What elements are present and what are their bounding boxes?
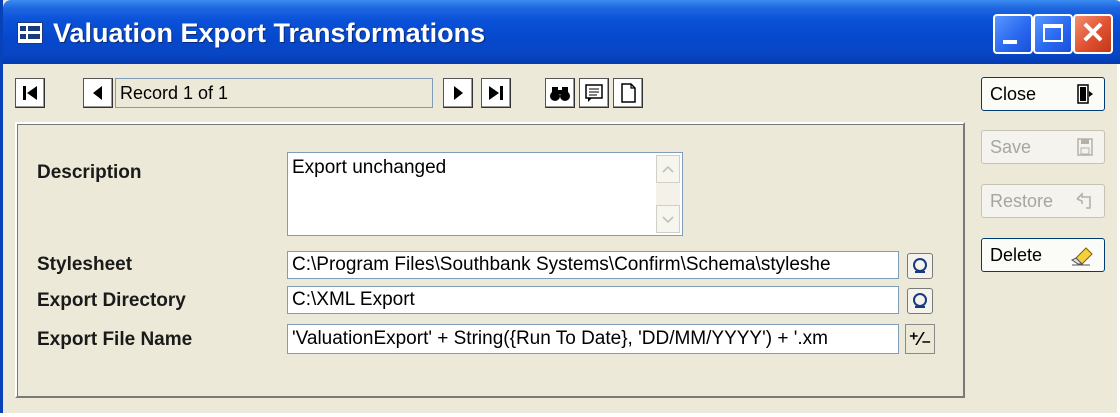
- app-window: Valuation Export Transformations ✕ Recor…: [0, 0, 1120, 413]
- restore-button[interactable]: Restore: [981, 184, 1105, 218]
- export-directory-lookup-button[interactable]: [907, 288, 933, 314]
- next-record-button[interactable]: [443, 78, 473, 108]
- exit-door-icon: [1077, 84, 1093, 104]
- export-directory-field[interactable]: C:\XML Export: [287, 286, 899, 314]
- chevron-up-icon: [662, 165, 674, 173]
- window-content: Record 1 of 1 Description Export unchang…: [3, 64, 1117, 413]
- delete-button-label: Delete: [990, 245, 1043, 265]
- description-label: Description: [37, 162, 142, 183]
- lookup-icon: [913, 258, 927, 273]
- maximize-button[interactable]: [1033, 14, 1073, 54]
- notes-button[interactable]: [579, 78, 609, 108]
- title-bar[interactable]: Valuation Export Transformations ✕: [3, 0, 1120, 64]
- save-button[interactable]: Save: [981, 130, 1105, 164]
- undo-arrow-icon: [1076, 192, 1091, 209]
- close-window-button[interactable]: ✕: [1073, 14, 1113, 54]
- last-record-icon: [489, 86, 503, 100]
- expression-builder-button[interactable]: ⁺⁄₋: [905, 324, 935, 354]
- description-value: Export unchanged: [292, 157, 447, 178]
- scroll-down-button[interactable]: [656, 205, 680, 233]
- form-icon: [17, 22, 43, 44]
- window-title: Valuation Export Transformations: [53, 18, 486, 48]
- close-button-label: Close: [990, 84, 1037, 104]
- maximize-icon: [1043, 24, 1063, 42]
- description-scrollbar[interactable]: [656, 155, 680, 233]
- minimize-icon: [1003, 40, 1017, 44]
- previous-record-icon: [93, 86, 102, 100]
- close-icon: ✕: [1080, 17, 1106, 50]
- restore-button-label: Restore: [990, 191, 1054, 211]
- binoculars-icon: [550, 87, 570, 101]
- eraser-icon: [1071, 247, 1093, 266]
- export-directory-label: Export Directory: [37, 290, 186, 311]
- new-document-icon: [621, 83, 636, 103]
- minimize-button[interactable]: [993, 14, 1033, 54]
- first-record-button[interactable]: [15, 78, 45, 108]
- next-record-icon: [454, 86, 463, 100]
- stylesheet-lookup-button[interactable]: [907, 253, 933, 279]
- stylesheet-label: Stylesheet: [37, 254, 133, 275]
- delete-button[interactable]: Delete: [981, 238, 1105, 272]
- close-button[interactable]: Close: [981, 77, 1105, 111]
- new-record-button[interactable]: [613, 78, 643, 108]
- stylesheet-field[interactable]: C:\Program Files\Southbank Systems\Confi…: [287, 251, 899, 279]
- scroll-up-button[interactable]: [656, 155, 680, 183]
- chevron-down-icon: [662, 216, 674, 224]
- record-status: Record 1 of 1: [115, 78, 433, 108]
- export-file-name-label: Export File Name: [37, 329, 193, 350]
- find-button[interactable]: [545, 78, 575, 108]
- lookup-icon: [913, 293, 927, 308]
- save-icon: [1077, 138, 1093, 156]
- last-record-button[interactable]: [481, 78, 511, 108]
- description-field[interactable]: Export unchanged: [287, 152, 683, 236]
- save-button-label: Save: [990, 137, 1032, 157]
- first-record-icon: [23, 86, 37, 100]
- export-file-name-field[interactable]: 'ValuationExport' + String({Run To Date}…: [287, 324, 899, 354]
- notes-icon: [585, 84, 603, 102]
- previous-record-button[interactable]: [83, 78, 113, 108]
